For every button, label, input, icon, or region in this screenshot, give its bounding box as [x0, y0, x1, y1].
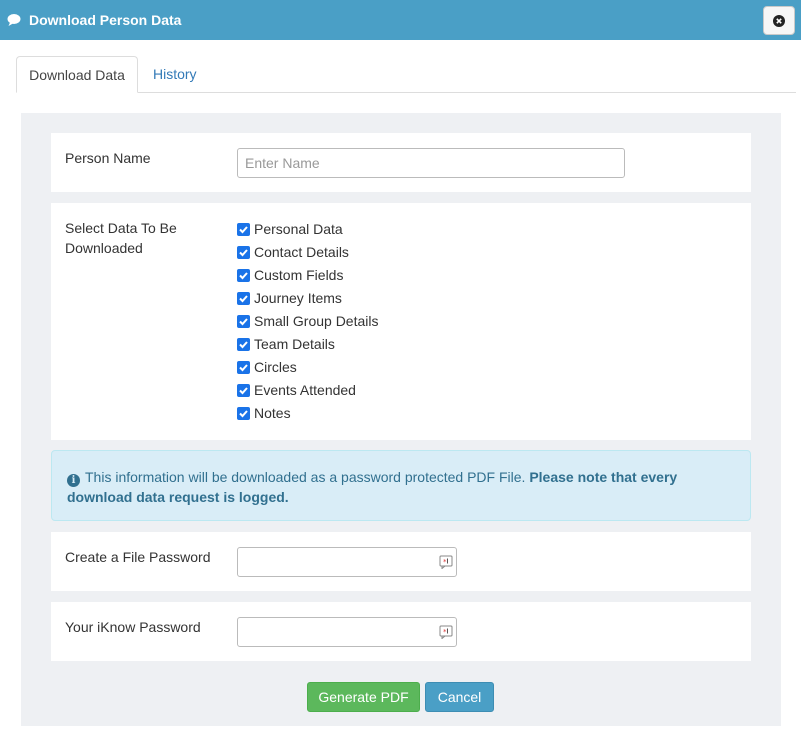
info-alert: i This information will be downloaded as …: [51, 450, 751, 521]
dialog-titlebar: Download Person Data: [0, 0, 801, 40]
checkbox-checked-icon[interactable]: [237, 407, 250, 420]
password-manager-icon[interactable]: *: [439, 555, 453, 569]
select-data-label: Select Data To Be Downloaded: [65, 220, 177, 256]
checkbox-label: Small Group Details: [254, 313, 379, 329]
iknow-password-row: Your iKnow Password *: [51, 602, 751, 661]
checkbox-checked-icon[interactable]: [237, 269, 250, 282]
checkbox-checked-icon[interactable]: [237, 384, 250, 397]
svg-text:*: *: [443, 558, 447, 566]
checkbox-checked-icon[interactable]: [237, 361, 250, 374]
iknow-password-label: Your iKnow Password: [65, 619, 201, 635]
download-form-panel: Person Name Select Data To Be Downloaded…: [21, 113, 781, 726]
person-name-input[interactable]: [237, 148, 625, 178]
checkbox-label: Team Details: [254, 336, 335, 352]
file-password-label: Create a File Password: [65, 549, 211, 565]
tab-history[interactable]: History: [141, 56, 209, 93]
person-name-label: Person Name: [65, 150, 151, 166]
iknow-password-input[interactable]: *: [237, 617, 457, 647]
checkbox-checked-icon[interactable]: [237, 246, 250, 259]
info-icon: i: [67, 474, 80, 487]
file-password-row: Create a File Password *: [51, 532, 751, 591]
file-password-input[interactable]: *: [237, 547, 457, 577]
checkbox-label: Circles: [254, 359, 297, 375]
checkbox-label: Contact Details: [254, 244, 349, 260]
checkbox-checked-icon[interactable]: [237, 223, 250, 236]
svg-text:*: *: [443, 628, 447, 636]
checkbox-label: Notes: [254, 405, 291, 421]
checkbox-checked-icon[interactable]: [237, 292, 250, 305]
generate-pdf-button[interactable]: Generate PDF: [307, 682, 420, 712]
cancel-button[interactable]: Cancel: [425, 682, 494, 712]
tab-bar: Download Data History: [16, 56, 796, 93]
checkbox-checked-icon[interactable]: [237, 315, 250, 328]
dialog-title: Download Person Data: [29, 12, 182, 28]
speech-bubble-icon: [7, 14, 21, 26]
checkbox-label: Custom Fields: [254, 267, 344, 283]
checkbox-label: Personal Data: [254, 221, 343, 237]
password-manager-icon[interactable]: *: [439, 625, 453, 639]
person-name-row: Person Name: [51, 133, 751, 192]
checkbox-label: Journey Items: [254, 290, 342, 306]
select-data-row: Select Data To Be Downloaded Personal Da…: [51, 203, 751, 440]
tab-download-data[interactable]: Download Data: [16, 56, 138, 93]
checkbox-label: Events Attended: [254, 382, 356, 398]
info-text: This information will be downloaded as a…: [85, 469, 526, 485]
close-icon: [773, 15, 785, 27]
close-button[interactable]: [763, 6, 795, 35]
checkbox-checked-icon[interactable]: [237, 338, 250, 351]
